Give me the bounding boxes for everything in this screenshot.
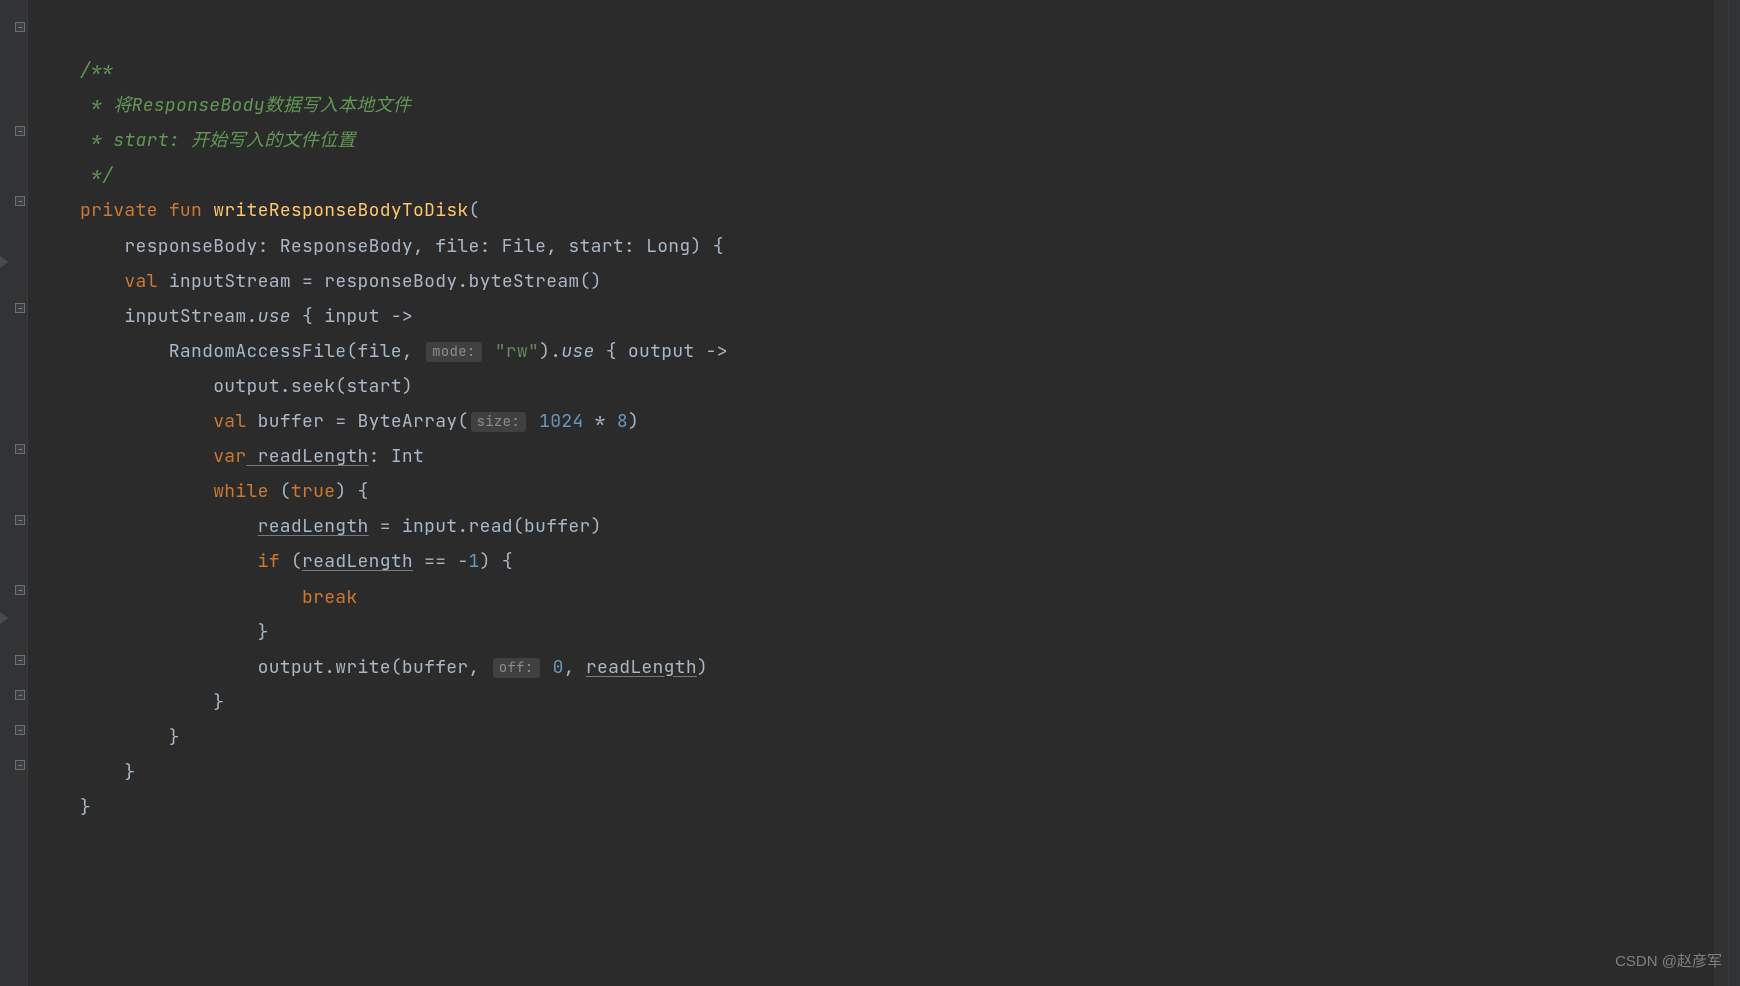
right-marker-bar xyxy=(1728,0,1740,986)
hint-off: off: xyxy=(493,658,540,678)
doc-comment: /** * 将ResponseBody数据写入本地文件 * start: 开始写… xyxy=(80,59,411,187)
member-use: use xyxy=(258,305,291,328)
keyword-break: break xyxy=(302,586,358,609)
keyword-while: while xyxy=(213,480,269,503)
hint-mode: mode: xyxy=(426,342,482,362)
fold-icon[interactable] xyxy=(15,196,25,206)
fold-icon[interactable] xyxy=(15,515,25,525)
watermark: CSDN @赵彦军 xyxy=(1615,947,1722,976)
fold-icon[interactable] xyxy=(15,22,25,32)
keyword-val: val xyxy=(124,270,157,293)
keyword-private: private xyxy=(80,199,158,222)
keyword-var: var xyxy=(213,445,246,468)
hint-size: size: xyxy=(471,412,527,432)
fold-icon[interactable] xyxy=(15,303,25,313)
nav-marker-icon[interactable] xyxy=(0,612,8,624)
fold-icon[interactable] xyxy=(15,444,25,454)
scrollbar-overview-ruler[interactable] xyxy=(1714,0,1728,986)
fold-icon[interactable] xyxy=(15,690,25,700)
fold-icon[interactable] xyxy=(15,585,25,595)
nav-marker-icon[interactable] xyxy=(0,256,8,268)
fold-icon[interactable] xyxy=(15,725,25,735)
code-editor[interactable]: /** * 将ResponseBody数据写入本地文件 * start: 开始写… xyxy=(28,0,1740,986)
keyword-fun: fun xyxy=(169,199,202,222)
keyword-if: if xyxy=(258,550,280,573)
editor-gutter xyxy=(0,0,28,986)
function-name: writeResponseBodyToDisk xyxy=(213,199,468,222)
fold-icon[interactable] xyxy=(15,655,25,665)
fold-icon[interactable] xyxy=(15,126,25,136)
fold-icon[interactable] xyxy=(15,760,25,770)
params-line: responseBody: ResponseBody, file: File, … xyxy=(80,235,724,258)
